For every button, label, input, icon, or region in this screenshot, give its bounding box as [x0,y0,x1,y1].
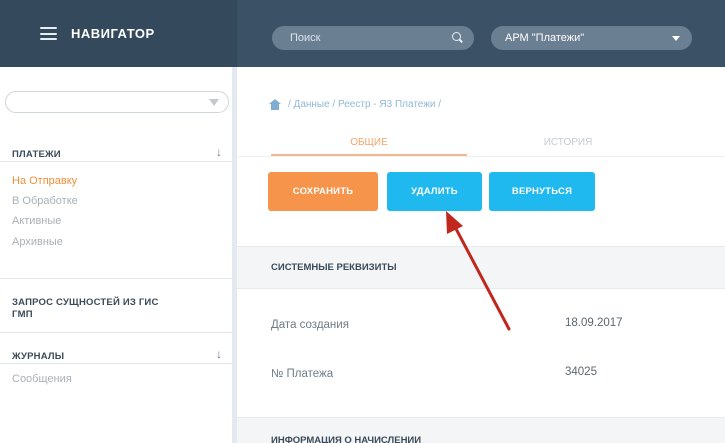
filter-icon[interactable] [209,98,219,106]
divider [0,161,232,162]
sidebar-item-in-processing[interactable]: В Обработке [12,195,78,207]
tab-history[interactable]: ИСТОРИЯ [470,137,666,148]
tabs-baseline [237,156,725,157]
search-icon[interactable] [452,32,464,44]
field-label-payment-number: № Платежа [271,368,334,380]
sidebar-section-gis-request-line2[interactable]: ГМП [12,309,33,320]
divider [0,332,232,333]
sidebar-item-archived[interactable]: Архивные [12,236,63,248]
breadcrumb: / Данные / Реестр - Я3 Платежи / [268,99,441,110]
hamburger-menu-icon[interactable] [40,27,57,40]
search-box[interactable] [272,26,474,50]
caret-down-icon[interactable] [672,35,680,41]
field-value-creation-date: 18.09.2017 [565,317,623,329]
arm-select-dropdown[interactable]: АРМ "Платежи" [491,26,692,50]
field-label-creation-date: Дата создания [271,319,349,331]
back-button[interactable]: ВЕРНУТЬСЯ [489,172,595,211]
breadcrumb-path[interactable]: / Данные / Реестр - Я3 Платежи / [288,99,441,110]
divider [0,278,232,279]
tab-general[interactable]: ОБЩИЕ [271,137,467,148]
active-tab-indicator [271,154,467,156]
expand-arrow-icon[interactable]: ↓ [216,145,222,159]
navigator-brand[interactable]: НАВИГАТОР [0,0,237,67]
arm-select-value: АРМ "Платежи" [505,32,585,44]
section-title-system-details: СИСТЕМНЫЕ РЕКВИЗИТЫ [271,262,397,273]
sidebar-section-journals[interactable]: ЖУРНАЛЫ [12,351,64,362]
divider [0,363,232,364]
home-icon[interactable] [268,99,282,110]
save-button[interactable]: СОХРАНИТЬ [268,172,378,211]
sidebar-filter[interactable] [5,91,229,113]
expand-arrow-icon[interactable]: ↓ [216,347,222,361]
sidebar-item-to-send[interactable]: На Отправку [12,175,77,187]
delete-button[interactable]: УДАЛИТЬ [387,172,482,211]
section-title-accrual-info: ИНФОРМАЦИЯ О НАЧИСЛЕНИИ [271,435,422,443]
search-input[interactable] [290,32,452,44]
sidebar-item-messages[interactable]: Сообщения [12,373,72,385]
sidebar [0,67,237,443]
sidebar-section-payments[interactable]: ПЛАТЕЖИ [12,149,61,160]
sidebar-section-gis-request-line1[interactable]: ЗАПРОС СУЩНОСТЕЙ ИЗ ГИС [12,297,159,308]
sidebar-item-active[interactable]: Активные [12,215,61,227]
navigator-title: НАВИГАТОР [71,26,155,41]
field-value-payment-number: 34025 [565,366,597,378]
sidebar-filter-input[interactable] [16,94,196,110]
